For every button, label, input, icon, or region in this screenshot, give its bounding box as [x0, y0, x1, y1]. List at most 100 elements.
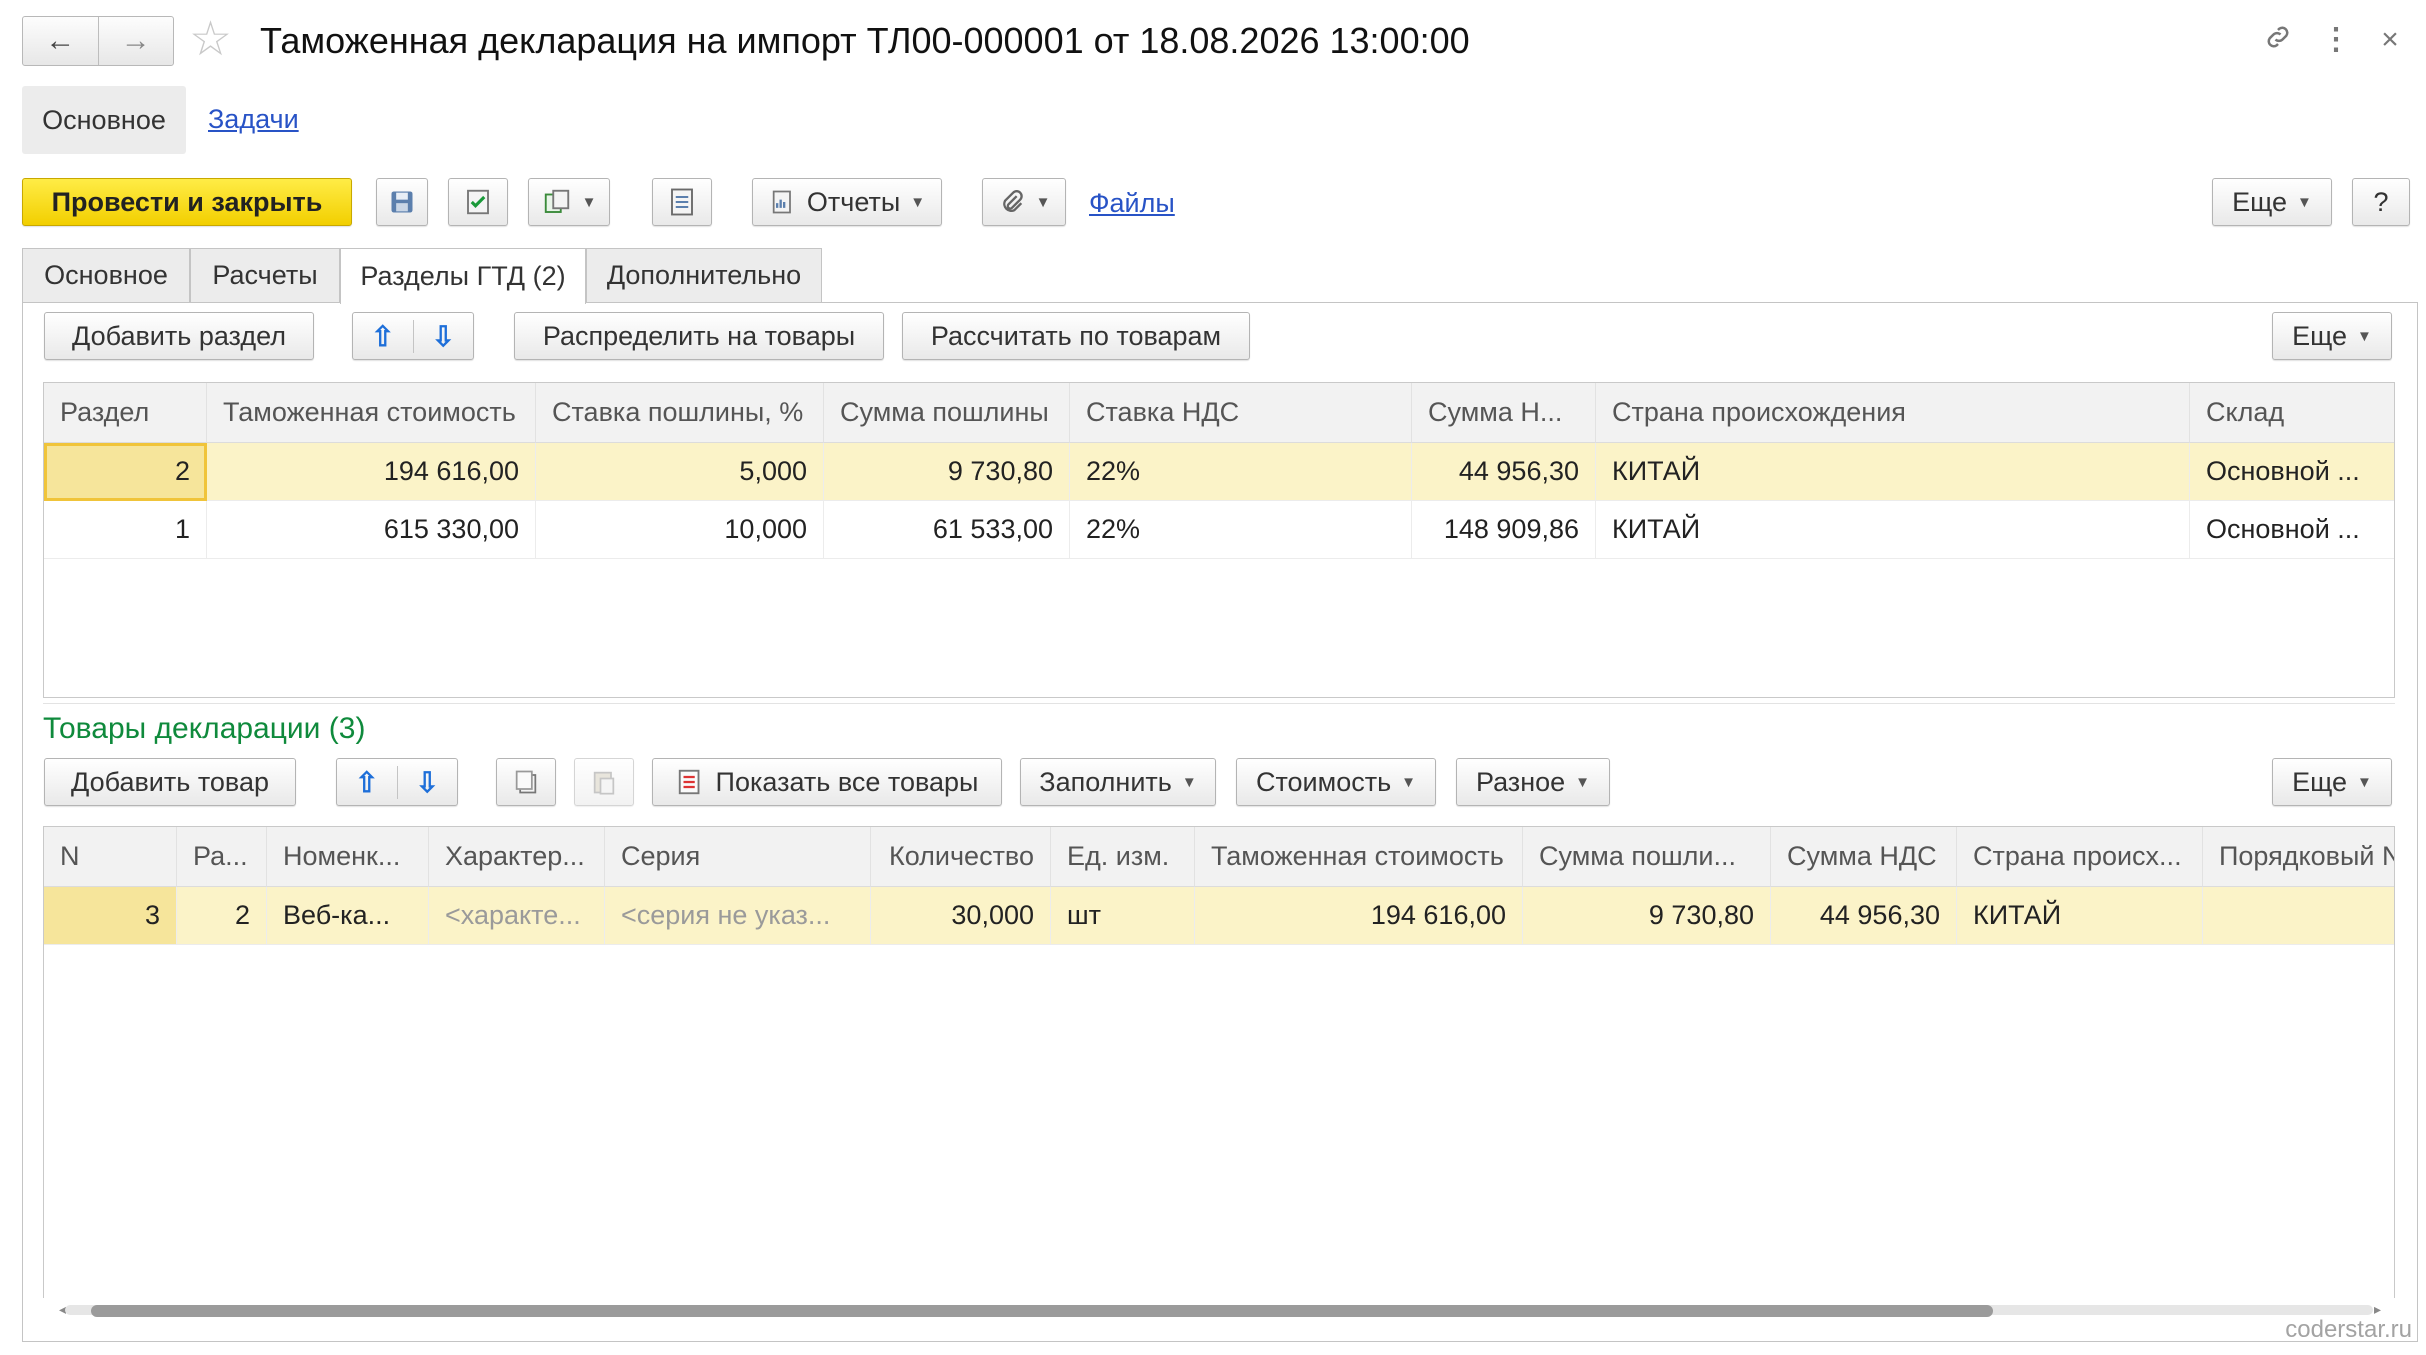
move-up-button[interactable]: ⇧	[337, 765, 398, 799]
section-main[interactable]: Основное	[22, 86, 186, 154]
create-based-on-button[interactable]: ▼	[528, 178, 610, 226]
add-section-button[interactable]: Добавить раздел	[44, 312, 314, 360]
list-document-icon	[671, 188, 693, 216]
column-header[interactable]: N	[44, 827, 177, 887]
table-cell[interactable]: 2	[177, 887, 267, 945]
column-header[interactable]: Сумма пошли...	[1523, 827, 1771, 887]
files-link[interactable]: Файлы	[1089, 188, 1175, 219]
copy-button[interactable]	[496, 758, 556, 806]
column-header[interactable]: Таможенная стоимость	[207, 383, 536, 443]
link-icon[interactable]	[2260, 22, 2296, 61]
tab-calculations[interactable]: Расчеты	[190, 248, 340, 302]
column-header[interactable]: Серия	[605, 827, 871, 887]
table-cell[interactable]: 194 616,00	[1195, 887, 1523, 945]
watermark: coderstar.ru	[2285, 1316, 2412, 1343]
caret-down-icon: ▼	[1181, 773, 1197, 791]
paste-button[interactable]	[574, 758, 634, 806]
column-header[interactable]: Склад	[2190, 383, 2394, 443]
save-icon	[391, 191, 413, 213]
back-button[interactable]: ←	[23, 17, 98, 65]
column-header[interactable]: Номенк...	[267, 827, 429, 887]
table-cell[interactable]: <серия не указ...	[605, 887, 871, 945]
table-cell[interactable]: 61 533,00	[824, 501, 1070, 559]
save-button[interactable]	[376, 178, 428, 226]
column-header[interactable]: Сумма пошлины	[824, 383, 1070, 443]
copy-icon	[515, 770, 537, 794]
table-cell[interactable]: Веб-ка...	[267, 887, 429, 945]
more-label: Еще	[2292, 766, 2348, 797]
misc-button[interactable]: Разное ▼	[1456, 758, 1610, 806]
calculate-by-goods-button[interactable]: Рассчитать по товарам	[902, 312, 1250, 360]
post-button[interactable]	[448, 178, 508, 226]
table-cell[interactable]: 9 730,80	[824, 443, 1070, 501]
distribute-to-goods-button[interactable]: Распределить на товары	[514, 312, 884, 360]
help-button[interactable]: ?	[2352, 178, 2410, 226]
table-cell[interactable]: 22%	[1070, 501, 1412, 559]
scroll-thumb[interactable]	[91, 1305, 1993, 1317]
table-cell[interactable]: 30,000	[871, 887, 1051, 945]
column-header[interactable]: Сумма Н...	[1412, 383, 1596, 443]
move-down-button[interactable]: ⇩	[398, 766, 458, 799]
caret-down-icon: ▼	[2297, 193, 2312, 211]
column-header[interactable]: Ставка пошлины, %	[536, 383, 824, 443]
table-cell[interactable]: 5,000	[536, 443, 824, 501]
table-cell[interactable]: Основной ...	[2190, 501, 2394, 559]
show-all-goods-button[interactable]: Показать все товары	[652, 758, 1002, 806]
column-header[interactable]: Ставка НДС	[1070, 383, 1412, 443]
table-cell[interactable]: КИТАЙ	[1596, 443, 2190, 501]
reports-button[interactable]: Отчеты ▼	[752, 178, 942, 226]
goods-group-title[interactable]: Товары декларации (3)	[43, 712, 365, 746]
table-cell[interactable]: 44 956,30	[1412, 443, 1596, 501]
section-tasks-link[interactable]: Задачи	[208, 104, 299, 135]
star-icon[interactable]: ☆	[189, 14, 232, 66]
attachments-button[interactable]: ▼	[982, 178, 1066, 226]
column-header[interactable]: Страна происхождения	[1596, 383, 2190, 443]
table-cell[interactable]: 1	[44, 501, 207, 559]
table-cell[interactable]: шт	[1051, 887, 1195, 945]
move-up-button[interactable]: ⇧	[353, 319, 414, 353]
table-cell[interactable]: 2	[44, 443, 207, 501]
page-title: Таможенная декларация на импорт ТЛ00-000…	[260, 20, 1470, 61]
column-header[interactable]: Ра...	[177, 827, 267, 887]
column-header[interactable]: Характер...	[429, 827, 605, 887]
table-cell[interactable]: 3	[44, 887, 177, 945]
sections-more-button[interactable]: Еще ▼	[2272, 312, 2392, 360]
table-cell[interactable]: 148 909,86	[1412, 501, 1596, 559]
horizontal-scrollbar[interactable]: ◂ ▸	[43, 1298, 2395, 1320]
move-down-button[interactable]: ⇩	[414, 320, 474, 353]
document-journal-button[interactable]	[652, 178, 712, 226]
goods-more-button[interactable]: Еще ▼	[2272, 758, 2392, 806]
tab-gtd-sections[interactable]: Разделы ГТД (2)	[340, 248, 586, 304]
table-cell[interactable]: 194 616,00	[207, 443, 536, 501]
more-button[interactable]: Еще ▼	[2212, 178, 2332, 226]
forward-button[interactable]: →	[97, 17, 174, 65]
cost-button[interactable]: Стоимость ▼	[1236, 758, 1436, 806]
close-icon[interactable]: ×	[2372, 22, 2408, 58]
table-cell[interactable]: 9 730,80	[1523, 887, 1771, 945]
tab-main[interactable]: Основное	[22, 248, 190, 302]
table-cell[interactable]: 615 330,00	[207, 501, 536, 559]
fill-button[interactable]: Заполнить ▼	[1020, 758, 1216, 806]
table-cell[interactable]: КИТАЙ	[1957, 887, 2203, 945]
arrow-right-icon: →	[120, 24, 151, 57]
column-header[interactable]: Порядковый N	[2203, 827, 2394, 887]
table-cell[interactable]: 10,000	[536, 501, 824, 559]
table-cell[interactable]: 44 956,30	[1771, 887, 1957, 945]
column-header[interactable]: Страна происх...	[1957, 827, 2203, 887]
reports-icon	[772, 190, 791, 214]
column-header[interactable]: Количество	[871, 827, 1051, 887]
column-header[interactable]: Таможенная стоимость	[1195, 827, 1523, 887]
column-header[interactable]: Ед. изм.	[1051, 827, 1195, 887]
tab-additional[interactable]: Дополнительно	[586, 248, 822, 302]
column-header[interactable]: Раздел	[44, 383, 207, 443]
table-cell[interactable]: КИТАЙ	[1596, 501, 2190, 559]
more-vertical-icon[interactable]: ⋮	[2318, 22, 2354, 58]
post-and-close-button[interactable]: Провести и закрыть	[22, 178, 352, 226]
column-header[interactable]: Сумма НДС	[1771, 827, 1957, 887]
table-cell[interactable]	[2203, 887, 2394, 945]
table-cell[interactable]: <характе...	[429, 887, 605, 945]
sections-table: Раздел Таможенная стоимость Ставка пошли…	[43, 382, 2395, 698]
table-cell[interactable]: Основной ...	[2190, 443, 2394, 501]
add-goods-button[interactable]: Добавить товар	[44, 758, 296, 806]
table-cell[interactable]: 22%	[1070, 443, 1412, 501]
